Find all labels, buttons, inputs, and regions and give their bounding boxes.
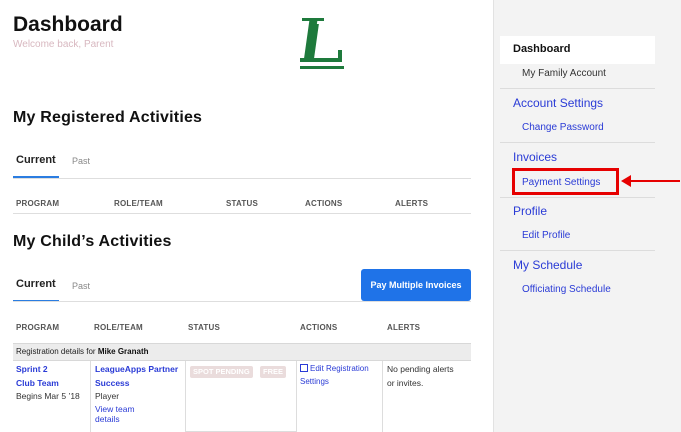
tab-registered-current[interactable]: Current — [13, 154, 59, 178]
registrant-name: Mike Granath — [97, 347, 149, 356]
sidebar-item-change-password[interactable]: Change Password — [522, 122, 604, 133]
alerts-cell: No pending alerts or invites. — [387, 363, 454, 390]
edit-registration-link-line2[interactable]: Settings — [300, 375, 369, 388]
edit-registration-label: Edit Registration — [310, 364, 369, 373]
welcome-text: Welcome back, Parent — [13, 39, 114, 50]
sidebar: Dashboard My Family Account Account Sett… — [493, 0, 681, 432]
sidebar-divider — [500, 88, 655, 89]
cell-divider — [90, 361, 91, 432]
spot-pending-badge: SPOT PENDING — [190, 366, 253, 378]
sidebar-divider — [500, 142, 655, 143]
pay-multiple-invoices-button[interactable]: Pay Multiple Invoices — [361, 269, 471, 301]
edit-icon — [300, 364, 308, 372]
program-cell: Sprint 2 Club Team Begins Mar 5 ’18 — [16, 363, 80, 404]
arrow-left-icon — [621, 175, 631, 187]
begins-date: Begins Mar 5 ’18 — [16, 391, 80, 401]
registration-prefix: Registration details for — [16, 347, 96, 356]
sidebar-item-invoices[interactable]: Invoices — [513, 150, 557, 164]
role-text: Player — [95, 391, 120, 401]
program-link-line2[interactable]: Club Team — [16, 377, 80, 391]
column-actions: ACTIONS — [300, 323, 338, 332]
sidebar-item-my-schedule[interactable]: My Schedule — [513, 258, 582, 272]
registration-details-row: Registration details for Mike Granath — [13, 343, 471, 361]
divider — [13, 301, 471, 302]
column-status: STATUS — [188, 323, 221, 332]
annotation-arrow-shaft — [628, 180, 680, 182]
page-title: Dashboard — [13, 13, 123, 36]
sidebar-divider — [500, 197, 655, 198]
free-badge: FREE — [260, 366, 287, 378]
actions-cell: Edit Registration Settings — [300, 362, 369, 388]
team-link[interactable]: LeagueApps Partner — [95, 363, 178, 377]
tab-child-current[interactable]: Current — [13, 278, 59, 302]
highlight-box — [512, 168, 619, 195]
role-team-cell: LeagueApps Partner Success Player View t… — [95, 363, 178, 425]
view-team-link-line2[interactable]: details — [95, 414, 178, 425]
sidebar-item-edit-profile[interactable]: Edit Profile — [522, 230, 570, 241]
column-alerts: ALERTS — [387, 323, 421, 332]
sidebar-item-family-account[interactable]: My Family Account — [522, 68, 606, 79]
column-role-team: ROLE/TEAM — [114, 199, 163, 208]
edit-registration-link[interactable]: Edit Registration — [300, 362, 369, 375]
divider — [13, 178, 471, 179]
main-content: Dashboard Welcome back, Parent My Regist… — [0, 0, 493, 432]
sidebar-item-account-settings[interactable]: Account Settings — [513, 96, 603, 110]
team-link-line2[interactable]: Success — [95, 377, 178, 391]
column-program: PROGRAM — [16, 199, 60, 208]
cell-divider — [382, 361, 383, 432]
view-team-link[interactable]: View team — [95, 404, 178, 415]
column-actions: ACTIONS — [305, 199, 343, 208]
registered-activities-title: My Registered Activities — [13, 109, 203, 126]
child-activities-title: My Child’s Activities — [13, 233, 172, 250]
column-alerts: ALERTS — [395, 199, 429, 208]
program-link[interactable]: Sprint 2 — [16, 363, 80, 377]
alerts-text: No pending alerts — [387, 364, 454, 374]
alerts-text-line2: or invites. — [387, 377, 424, 388]
column-program: PROGRAM — [16, 323, 60, 332]
sidebar-item-officiating-schedule[interactable]: Officiating Schedule — [522, 284, 611, 295]
column-status: STATUS — [226, 199, 259, 208]
sidebar-item-dashboard[interactable]: Dashboard — [513, 43, 570, 55]
divider — [13, 213, 471, 214]
sidebar-item-profile[interactable]: Profile — [513, 204, 547, 218]
tab-registered-past[interactable]: Past — [72, 156, 90, 166]
tab-child-past[interactable]: Past — [72, 281, 90, 291]
column-role-team: ROLE/TEAM — [94, 323, 143, 332]
sidebar-divider — [500, 250, 655, 251]
leagueapps-logo — [300, 18, 344, 69]
